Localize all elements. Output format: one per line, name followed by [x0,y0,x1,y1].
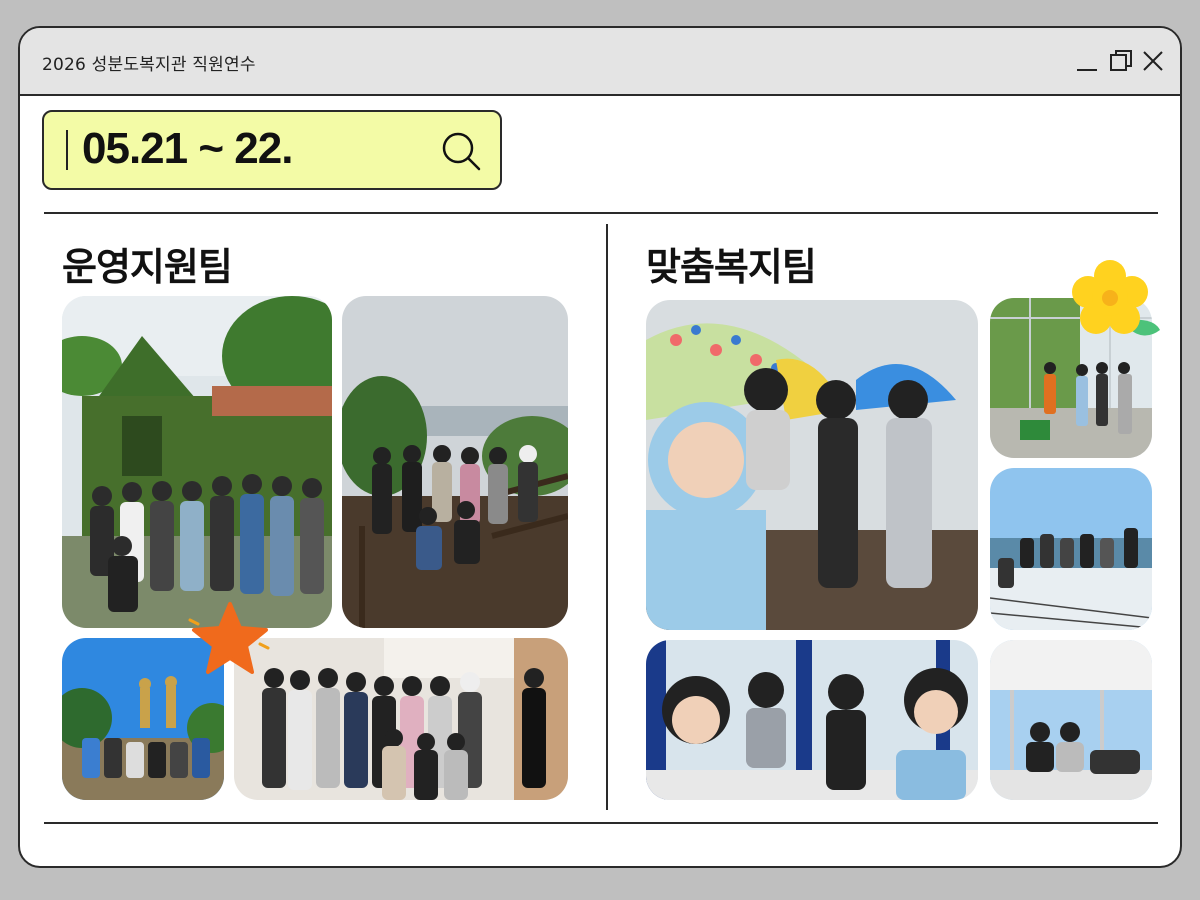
section-title-right: 맞춤복지팀 [646,247,817,289]
close-button[interactable] [1140,48,1166,74]
photo-gondola-selfie[interactable] [646,640,978,800]
photo-image [342,296,568,628]
minimize-icon [1077,69,1097,71]
search-input-value: 05.21 ~ 22. [82,124,293,173]
text-caret [66,130,68,170]
title-bar: 2026 성분도복지관 직원연수 [20,28,1180,96]
photo-image [646,640,978,800]
app-window: 2026 성분도복지관 직원연수 05.21 ~ 22. 운영지원팀 맞춤복지팀 [18,26,1182,868]
search-field[interactable]: 05.21 ~ 22. [42,110,502,190]
search-button[interactable] [440,130,482,172]
photo-image [646,300,978,630]
section-title-left: 운영지원팀 [62,247,233,289]
photo-group-castle[interactable] [62,296,332,628]
restore-button[interactable] [1108,48,1134,74]
photo-group-lakeview[interactable] [342,296,568,628]
star-sticker-icon [188,602,270,674]
restore-icon [1110,50,1132,71]
photo-boat-cabin[interactable] [990,640,1152,800]
photo-image [990,640,1152,800]
close-icon [1143,51,1163,71]
top-divider [44,212,1158,214]
minimize-button[interactable] [1074,48,1100,74]
photo-image [234,638,568,800]
photo-image [62,296,332,628]
flower-sticker-icon [1072,260,1160,336]
window-title: 2026 성분도복지관 직원연수 [42,55,256,75]
photo-boat-deck[interactable] [990,468,1152,630]
photo-group-center[interactable] [234,638,568,800]
photo-image [990,468,1152,630]
center-divider [606,224,608,810]
photo-umbrella-selfie[interactable] [646,300,978,630]
bottom-divider [44,822,1158,824]
search-icon [442,132,481,171]
